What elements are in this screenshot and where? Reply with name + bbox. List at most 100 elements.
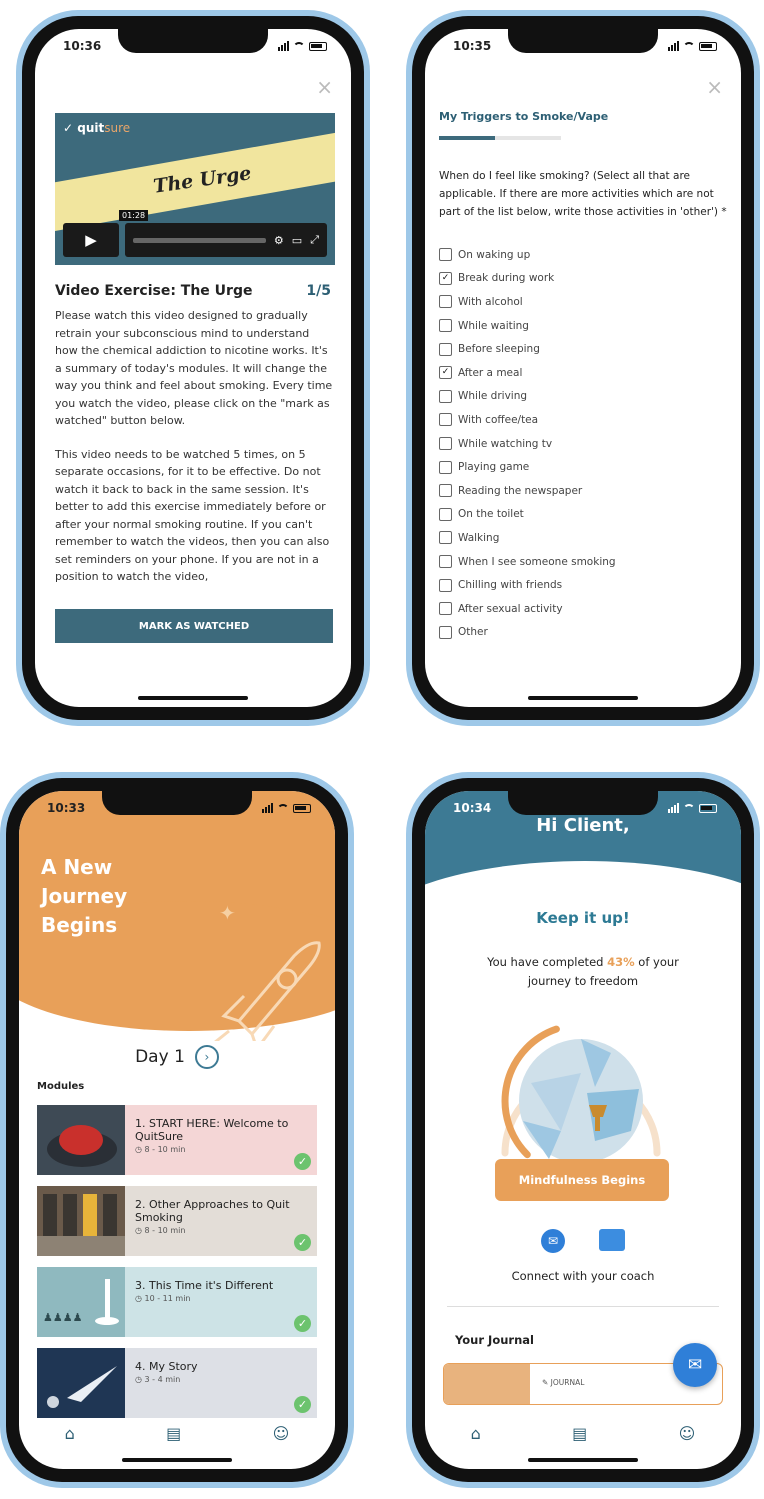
chat-icon[interactable]: ✉ bbox=[541, 1229, 565, 1253]
trigger-option[interactable]: Reading the newspaper bbox=[439, 479, 616, 503]
module-title: 1. START HERE: Welcome to QuitSure bbox=[135, 1117, 289, 1143]
tab-profile[interactable]: ☺ bbox=[679, 1424, 696, 1443]
home-indicator[interactable] bbox=[528, 1458, 638, 1462]
completed-check-icon: ✓ bbox=[294, 1396, 311, 1413]
checkbox-checked[interactable]: ✓ bbox=[439, 366, 452, 380]
module-card[interactable]: 1. START HERE: Welcome to QuitSure ◷ 8 -… bbox=[37, 1105, 317, 1175]
seek-bar[interactable] bbox=[133, 237, 266, 243]
module-thumbnail bbox=[37, 1348, 125, 1418]
checkbox[interactable] bbox=[439, 507, 452, 521]
status-time: 10:34 bbox=[453, 801, 492, 815]
trigger-option[interactable]: With coffee/tea bbox=[439, 408, 616, 432]
rocket-icon bbox=[214, 941, 321, 1041]
checkbox-checked[interactable]: ✓ bbox=[439, 271, 452, 285]
play-icon: ▶ bbox=[85, 231, 97, 249]
milestone-button[interactable]: Mindfulness Begins bbox=[495, 1159, 669, 1201]
checkbox[interactable] bbox=[439, 319, 452, 333]
trigger-option[interactable]: While waiting bbox=[439, 314, 616, 338]
trigger-option[interactable]: ✓ After a meal bbox=[439, 361, 616, 385]
module-info: 1. START HERE: Welcome to QuitSure ◷ 8 -… bbox=[125, 1105, 317, 1175]
checkbox[interactable] bbox=[439, 248, 452, 262]
module-thumbnail bbox=[37, 1105, 125, 1175]
tab-home[interactable]: ⌂ bbox=[65, 1424, 75, 1443]
exercise-header: Video Exercise: The Urge 1/5 bbox=[55, 283, 331, 299]
trigger-option[interactable]: With alcohol bbox=[439, 290, 616, 314]
trigger-option-label: While waiting bbox=[458, 319, 529, 332]
mark-as-watched-button[interactable]: MARK AS WATCHED bbox=[55, 609, 333, 643]
trigger-option[interactable]: After sexual activity bbox=[439, 597, 616, 621]
form-progress-bar bbox=[439, 136, 561, 140]
completion-prefix: You have completed bbox=[487, 955, 608, 969]
trigger-option[interactable]: When I see someone smoking bbox=[439, 550, 616, 574]
close-button[interactable]: × bbox=[706, 75, 723, 99]
home-indicator[interactable] bbox=[528, 696, 638, 700]
checkbox[interactable] bbox=[439, 413, 452, 427]
module-card[interactable]: ♟♟♟♟ 3. This Time it's Different ◷ 10 - … bbox=[37, 1267, 317, 1337]
checkbox[interactable] bbox=[439, 437, 452, 451]
checkbox[interactable] bbox=[439, 625, 452, 639]
phone-bezel: 10:34 Hi Client, Keep it up! You have co… bbox=[412, 778, 754, 1482]
next-day-button[interactable]: › bbox=[194, 1045, 219, 1069]
headline: A New Journey Begins bbox=[41, 853, 127, 940]
phone-bezel: 10:36 × ✓ quitsure The Urge ▶ 01:28 ⚙ ▭ … bbox=[22, 16, 364, 720]
trigger-option[interactable]: While watching tv bbox=[439, 432, 616, 456]
trigger-option-label: Walking bbox=[458, 531, 500, 544]
phone-screen: 10:36 × ✓ quitsure The Urge ▶ 01:28 ⚙ ▭ … bbox=[35, 29, 351, 707]
status-bar: 10:35 bbox=[425, 39, 741, 57]
checkbox[interactable] bbox=[439, 531, 452, 545]
status-bar: 10:34 bbox=[425, 801, 741, 819]
home-indicator[interactable] bbox=[122, 1458, 232, 1462]
home-indicator[interactable] bbox=[138, 696, 248, 700]
checkbox[interactable] bbox=[439, 295, 452, 309]
trigger-option[interactable]: Chilling with friends bbox=[439, 573, 616, 597]
trigger-option[interactable]: While driving bbox=[439, 385, 616, 409]
trigger-option[interactable]: ✓ Break during work bbox=[439, 267, 616, 291]
checkbox[interactable] bbox=[439, 460, 452, 474]
chevron-right-icon: › bbox=[204, 1050, 210, 1064]
checkbox[interactable] bbox=[439, 389, 452, 403]
form-progress-fill bbox=[439, 136, 495, 140]
checkbox[interactable] bbox=[439, 602, 452, 616]
trigger-option[interactable]: On the toilet bbox=[439, 503, 616, 527]
completion-text: You have completed 43% of your journey t… bbox=[465, 953, 701, 991]
trigger-option[interactable]: Walking bbox=[439, 526, 616, 550]
airplay-icon[interactable]: ▭ bbox=[292, 234, 302, 247]
tab-modules[interactable]: ▤ bbox=[166, 1424, 181, 1443]
wifi-icon bbox=[683, 803, 695, 813]
trigger-option-label: With alcohol bbox=[458, 295, 523, 308]
play-button[interactable]: ▶ bbox=[63, 223, 119, 257]
trigger-option-label: Reading the newspaper bbox=[458, 484, 583, 497]
module-card[interactable]: 2. Other Approaches to Quit Smoking ◷ 8 … bbox=[37, 1186, 317, 1256]
module-duration: ◷ 10 - 11 min bbox=[135, 1294, 191, 1303]
completion-percent: 43% bbox=[607, 955, 635, 969]
trigger-option[interactable]: On waking up bbox=[439, 243, 616, 267]
settings-icon[interactable]: ⚙ bbox=[274, 234, 284, 247]
module-title: 2. Other Approaches to Quit Smoking bbox=[135, 1198, 290, 1224]
tab-modules[interactable]: ▤ bbox=[572, 1424, 587, 1443]
tab-profile[interactable]: ☺ bbox=[273, 1424, 290, 1443]
video-logo: ✓ quitsure bbox=[63, 121, 131, 135]
day-label: Day 1 bbox=[135, 1047, 185, 1067]
journal-tag: ✎ JOURNAL bbox=[542, 1378, 585, 1387]
wifi-icon bbox=[277, 803, 289, 813]
status-time: 10:36 bbox=[63, 39, 102, 53]
trigger-option[interactable]: Playing game bbox=[439, 455, 616, 479]
tab-home[interactable]: ⌂ bbox=[471, 1424, 481, 1443]
checkbox[interactable] bbox=[439, 484, 452, 498]
video-track[interactable]: 01:28 ⚙ ▭ ⤢ bbox=[119, 210, 327, 257]
encouragement: Keep it up! bbox=[536, 909, 630, 927]
module-card[interactable]: 4. My Story ◷ 3 - 4 min ✓ bbox=[37, 1348, 317, 1418]
checkbox[interactable] bbox=[439, 555, 452, 569]
connect-coach-label[interactable]: Connect with your coach bbox=[425, 1269, 741, 1283]
battery-icon bbox=[309, 41, 327, 51]
checkbox[interactable] bbox=[439, 342, 452, 356]
close-button[interactable]: × bbox=[316, 75, 333, 99]
trigger-option[interactable]: Other bbox=[439, 621, 616, 645]
fullscreen-icon[interactable]: ⤢ bbox=[310, 233, 319, 247]
video-player[interactable]: ✓ quitsure The Urge ▶ 01:28 ⚙ ▭ ⤢ bbox=[55, 113, 335, 265]
trigger-option[interactable]: Before sleeping bbox=[439, 337, 616, 361]
mail-icon[interactable] bbox=[599, 1229, 625, 1251]
chat-fab-button[interactable]: ✉ bbox=[673, 1343, 717, 1387]
checkbox[interactable] bbox=[439, 578, 452, 592]
trigger-option-label: Break during work bbox=[458, 272, 555, 285]
